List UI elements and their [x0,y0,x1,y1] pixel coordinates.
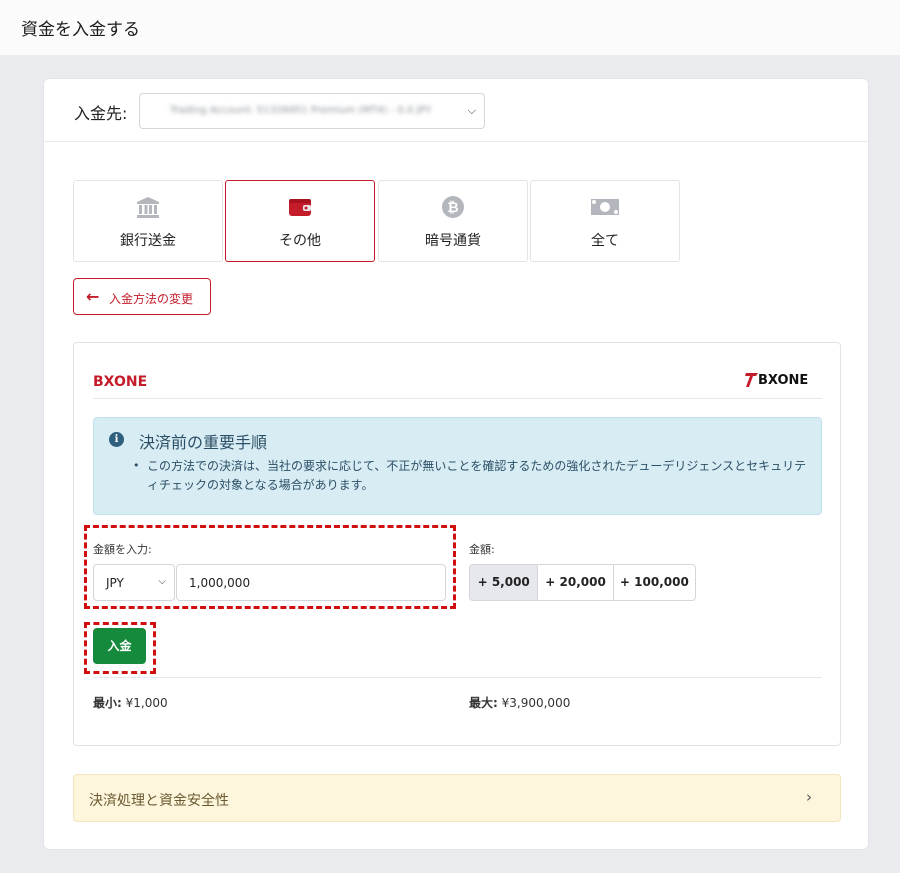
divider [93,677,822,678]
notice-body: この方法での決済は、当社の要求に応じて、不正が無いことを確認するための強化された… [147,459,807,492]
max-label: 最大: [469,696,498,710]
quick-amount-5000-button[interactable]: + 5,000 [470,565,539,600]
tab-label: 全て [591,233,619,249]
method-title: BXONE [93,374,148,390]
quick-amount-20000-button[interactable]: + 20,000 [538,565,614,600]
min-label: 最小: [93,696,122,710]
deposit-button[interactable]: 入金 [93,628,146,664]
amount-value: 1,000,000 [189,576,251,590]
info-icon: i [109,432,124,447]
bank-icon [74,195,222,219]
quick-amount-group: + 5,000 + 20,000 + 100,000 [469,564,696,601]
tab-label: 暗号通貨 [425,233,481,249]
currency-select[interactable]: JPY ⌵ [93,564,175,601]
chevron-down-icon: ⌵ [158,576,166,587]
important-notice-alert: i 決済前の重要手順 • この方法での決済は、当社の要求に応じて、不正が無いこと… [93,417,822,515]
amount-label: 金額を入力: [93,543,152,556]
tab-other[interactable]: その他 [225,180,375,262]
bxone-logo: BXONE [744,369,824,389]
arrow-left-icon: ← [86,287,100,306]
bitcoin-icon: ₿ [379,195,527,219]
destination-label: 入金先: [74,104,128,123]
change-payment-method-button[interactable]: ← 入金方法の変更 [73,278,211,315]
chevron-right-icon: › [806,788,812,806]
page-title: 資金を入金する [21,20,140,40]
notice-title: 決済前の重要手順 [139,433,268,452]
max-value: ¥3,900,000 [497,696,571,710]
change-method-label: 入金方法の変更 [109,292,194,306]
tab-label: 銀行送金 [120,233,176,249]
max-limit: 最大: ¥3,900,000 [469,694,570,711]
bullet-icon: • [133,459,140,472]
svg-text:BXONE: BXONE [758,373,808,388]
amount-input[interactable]: 1,000,000 [176,564,446,601]
tab-label: その他 [279,233,321,249]
tab-crypto[interactable]: ₿ 暗号通貨 [378,180,528,262]
chevron-down-icon: ⌵ [467,104,476,117]
destination-account-select[interactable]: Trading Account: 51326951 Premium (MT4) … [139,93,485,129]
accordion-title: 決済処理と資金安全性 [89,793,229,809]
wallet-icon [226,195,374,219]
deposit-card: 入金先: Trading Account: 51326951 Premium (… [43,78,869,850]
divider [93,398,822,399]
cash-icon [531,195,679,219]
tab-bank-transfer[interactable]: 銀行送金 [73,180,223,262]
destination-row: 入金先: Trading Account: 51326951 Premium (… [44,79,868,142]
quick-amount-100000-button[interactable]: + 100,000 [614,565,695,600]
currency-value: JPY [106,576,124,590]
page-header: 資金を入金する [0,0,900,56]
payment-safety-accordion[interactable]: 決済処理と資金安全性 › [73,774,841,822]
min-value: ¥1,000 [121,696,168,710]
quick-amount-label: 金額: [469,543,495,556]
tab-all[interactable]: 全て [530,180,680,262]
payment-method-panel: BXONE BXONE i 決済前の重要手順 • この方法での決済は、当社の要求… [73,342,841,746]
svg-text:₿: ₿ [447,200,458,216]
min-limit: 最小: ¥1,000 [93,694,168,711]
destination-account-value: Trading Account: 51326951 Premium (MT4) … [170,105,432,116]
